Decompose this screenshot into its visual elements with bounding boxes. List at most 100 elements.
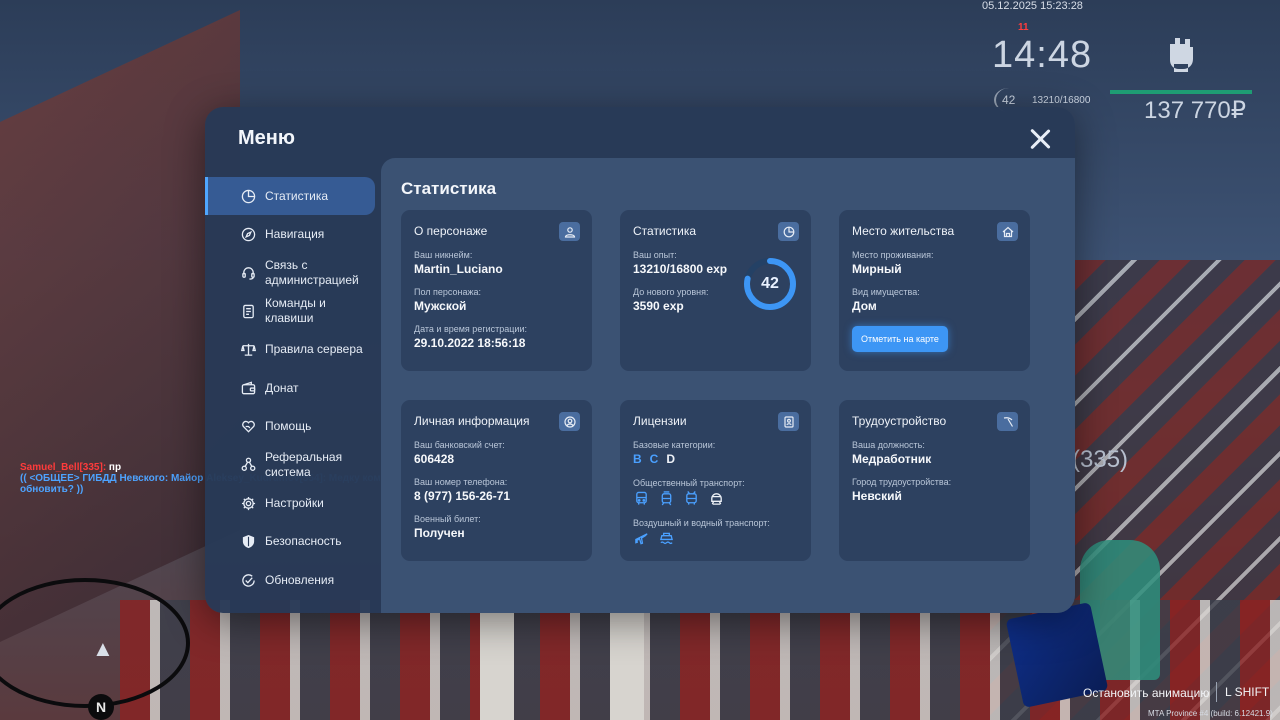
chat-nick: Samuel_Bell[335]: [20, 462, 107, 473]
nav-item-server-rules[interactable]: Правила сервера [205, 331, 381, 369]
nav-label: Навигация [265, 227, 325, 242]
phone-value: 8 (977) 156-26-71 [414, 489, 511, 503]
field-label: Место проживания: [852, 250, 934, 260]
license-category-c: C [649, 452, 659, 466]
pie-chart-icon [239, 187, 257, 205]
nav-item-statistics[interactable]: Статистика [205, 177, 375, 216]
trolleybus-icon [683, 490, 699, 506]
field-label: Ваш банковский счет: [414, 440, 505, 450]
residence-card: Место жительства Место проживания: Мирны… [839, 210, 1030, 371]
stop-animation-hint: Остановить анимацию [1083, 686, 1210, 700]
nav-label: Безопасность [265, 534, 342, 549]
nav-item-help[interactable]: Помощь [205, 407, 381, 445]
license-category-d: D [666, 452, 676, 466]
plane-icon [633, 530, 649, 546]
air-water-licenses [633, 530, 798, 546]
field-label: Вид имущества: [852, 287, 920, 297]
player-arrow-icon: ▲ [92, 636, 114, 661]
sex-value: Мужской [414, 299, 467, 313]
property-type-value: Дом [852, 299, 877, 313]
nav-label: Реферальная система [265, 449, 343, 479]
compass-icon [239, 226, 257, 244]
referral-icon [239, 456, 257, 474]
close-button[interactable] [1029, 128, 1051, 150]
licenses-card: Лицензии Базовые категории: B C D Общест… [620, 400, 811, 561]
north-marker-icon: N [88, 694, 114, 720]
hud-ping: 11 [1018, 22, 1029, 33]
scales-icon [239, 341, 257, 359]
menu-title: Меню [238, 127, 295, 149]
nickname-value: Martin_Luciano [414, 262, 503, 276]
id-card-icon [778, 412, 799, 431]
bank-account-value: 606428 [414, 452, 455, 466]
document-icon [239, 302, 257, 320]
nav-label: Команды и клавиши [265, 296, 326, 326]
field-label: Воздушный и водный транспорт: [633, 518, 770, 528]
field-label: Общественный транспорт: [633, 478, 745, 488]
public-transport-licenses [633, 490, 798, 506]
hud-money: 137 770₽ [1144, 97, 1247, 124]
nav-label: Обновления [265, 572, 335, 587]
pickaxe-icon [997, 412, 1018, 431]
content-panel: Статистика О персонаже Ваш никнейм: Mart… [381, 158, 1075, 613]
card-title: Лицензии [633, 414, 687, 428]
tram-icon [658, 490, 674, 506]
registration-value: 29.10.2022 18:56:18 [414, 336, 526, 350]
field-label: Ваш номер телефона: [414, 477, 508, 487]
nav-item-navigation[interactable]: Навигация [205, 215, 381, 253]
user-circle-icon [559, 412, 580, 431]
license-categories: B C D [633, 452, 798, 466]
hud-health-bar [1110, 90, 1252, 94]
building-left [0, 10, 240, 670]
check-circle-icon [239, 571, 257, 589]
character-card: О персонаже Ваш никнейм: Martin_Luciano … [401, 210, 592, 371]
license-category-b: B [633, 452, 642, 466]
bus-icon [633, 490, 649, 506]
nav-item-security[interactable]: Безопасность [205, 523, 381, 561]
heart-hands-icon [239, 418, 257, 436]
nav-item-settings[interactable]: Настройки [205, 484, 381, 522]
shield-icon [239, 533, 257, 551]
hint-key: L SHIFT [1216, 682, 1269, 702]
card-title: Статистика [633, 224, 697, 238]
metro-icon [708, 490, 724, 506]
nav-item-updates[interactable]: Обновления [205, 561, 381, 599]
residence-place-value: Мирный [852, 262, 902, 276]
menu-sidebar: Статистика Навигация Связь с администрац… [205, 177, 381, 599]
nav-label: Связь с администрацией [265, 257, 359, 287]
fist-icon [1170, 38, 1193, 72]
house-icon [997, 222, 1018, 241]
user-icon [559, 222, 580, 241]
nav-label: Статистика [265, 188, 329, 203]
headset-icon [239, 264, 257, 282]
content-title: Статистика [401, 179, 497, 198]
nav-item-donate[interactable]: Донат [205, 369, 381, 407]
nav-item-referral[interactable]: Реферальная система [205, 446, 381, 484]
field-label: Военный билет: [414, 514, 481, 524]
employment-card: Трудоустройство Ваша должность: Медработ… [839, 400, 1030, 561]
card-title: О персонаже [414, 224, 488, 238]
field-label: Ваша должность: [852, 440, 925, 450]
field-label: Город трудоустройства: [852, 477, 952, 487]
field-label: Базовые категории: [633, 440, 716, 450]
card-title: Место жительства [852, 224, 955, 238]
nav-label: Правила сервера [265, 342, 363, 357]
hud-datetime: 05.12.2025 15:23:28 [982, 0, 1083, 12]
nav-item-contact-admin[interactable]: Связь с администрацией [205, 254, 381, 292]
mark-on-map-button[interactable]: Отметить на карте [852, 326, 948, 352]
field-label: Ваш никнейм: [414, 250, 473, 260]
gear-icon [239, 494, 257, 512]
build-info: MTA Province #4 (build: 6.12421.9) [1148, 709, 1273, 718]
stats-card: Статистика Ваш опыт: 13210/16800 exp До … [620, 210, 811, 371]
menu-window: Меню Статистика Навигация Связь с админи… [205, 107, 1075, 613]
nav-label: Помощь [265, 419, 312, 434]
pie-chart-icon [778, 222, 799, 241]
nav-item-commands[interactable]: Команды и клавиши [205, 292, 381, 330]
military-id-value: Получен [414, 526, 465, 540]
chat-message: пр [106, 462, 122, 473]
job-position-value: Медработник [852, 452, 932, 466]
hud-clock: 14:48 [992, 34, 1093, 76]
job-city-value: Невский [852, 489, 902, 503]
level-value: 42 [761, 275, 779, 292]
hud-exp: 13210/16800 [1032, 95, 1091, 106]
